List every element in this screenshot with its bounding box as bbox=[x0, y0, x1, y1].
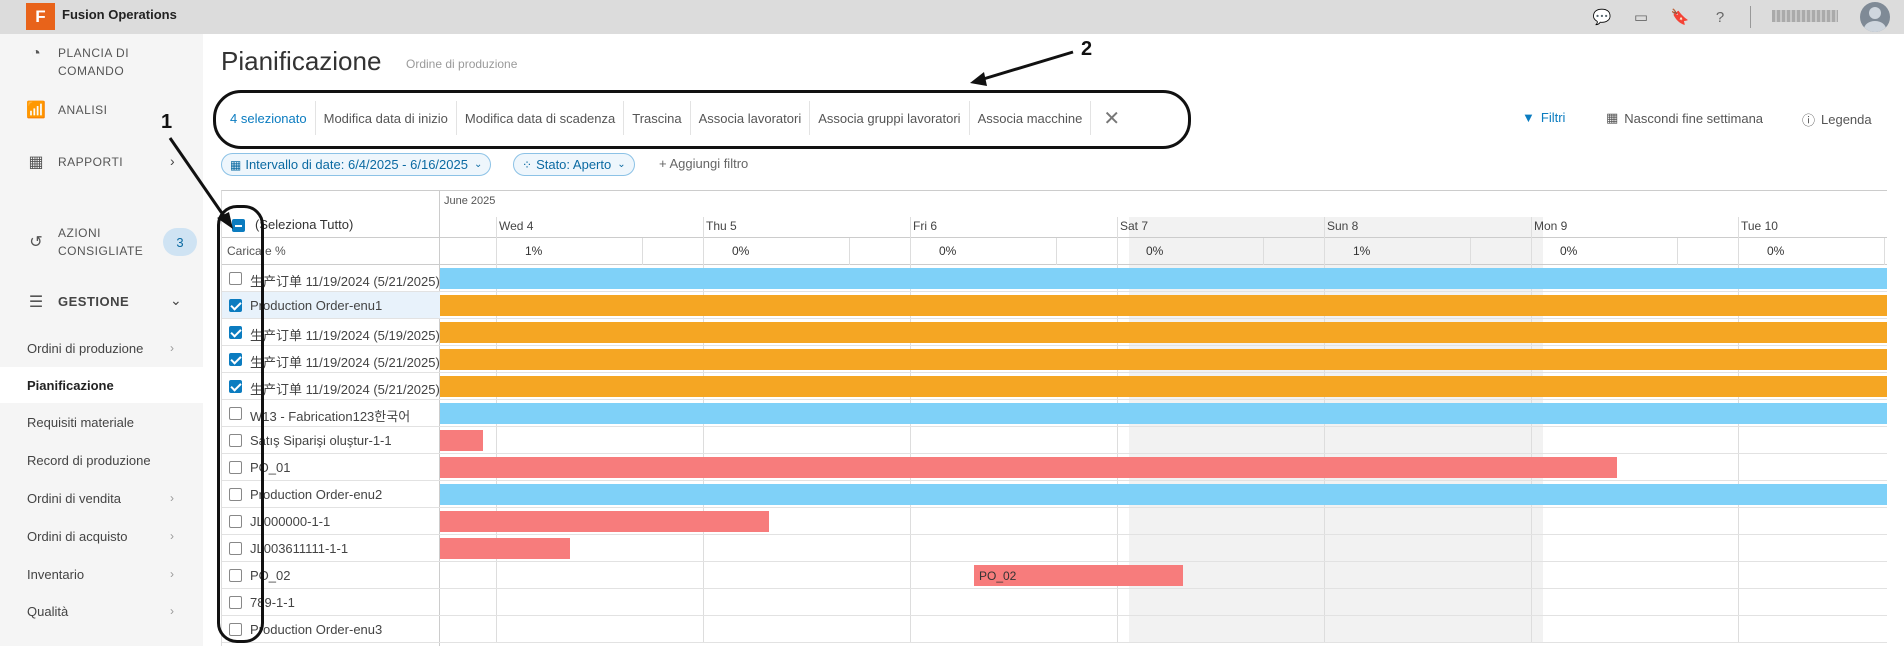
annotation-arrow bbox=[168, 137, 230, 223]
arrowhead-icon bbox=[217, 212, 233, 229]
annotation-arrows bbox=[168, 50, 1074, 229]
arrowhead-icon bbox=[970, 72, 987, 86]
annotation-arrow bbox=[979, 50, 1074, 82]
